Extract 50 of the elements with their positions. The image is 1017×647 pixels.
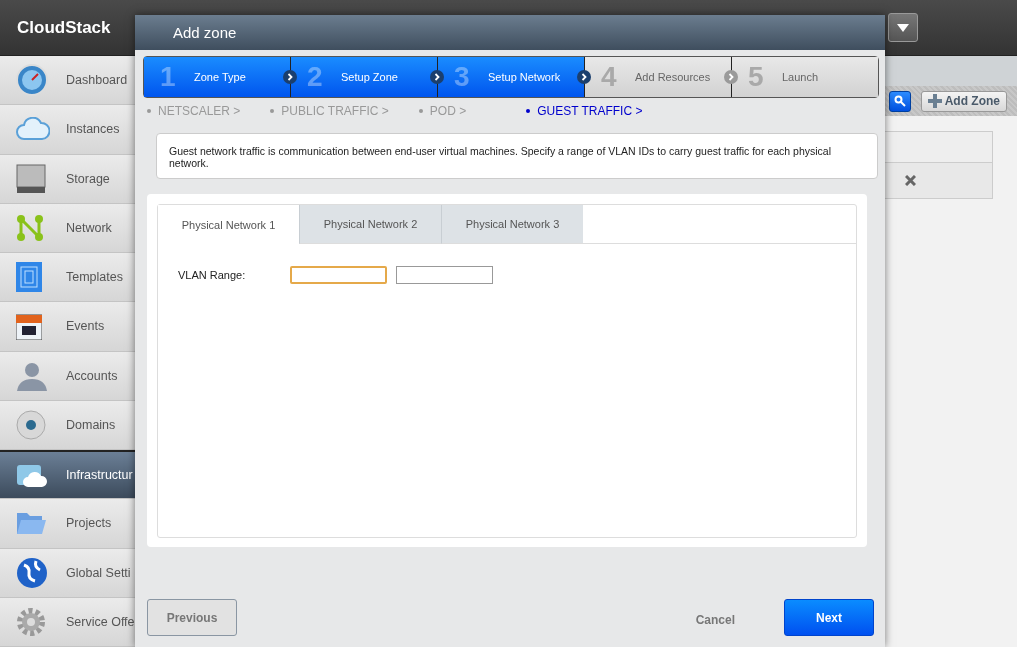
gear-icon [16,606,46,637]
node-graph-icon [16,213,44,242]
add-zone-button[interactable]: Add Zone [920,90,1007,112]
sidebar-item[interactable]: Instances [0,105,135,155]
chevron-icon [577,70,591,84]
disc-icon [16,409,46,440]
vlan-input-field[interactable] [396,266,493,284]
network-tab[interactable]: Physical Network 2 [299,205,441,244]
gauge-icon [16,64,48,97]
sidebar-item[interactable]: Dashboard [0,56,135,106]
substep-label: PUBLIC TRAFFIC > [281,104,389,118]
close-icon[interactable] [905,175,916,186]
network-tab[interactable]: Physical Network 3 [441,205,583,244]
calendar-icon [16,312,42,341]
dropdown-button[interactable] [888,13,918,42]
caret-icon [897,23,909,32]
search-icon [893,95,906,107]
sidebar-item[interactable]: Templates [0,253,135,303]
field-label: VLAN Range: [178,269,247,281]
cloud-icon [16,117,50,142]
sidebar-item[interactable]: Global Setti [0,548,135,598]
sidebar-item[interactable]: Storage [0,154,135,204]
app-title: CloudStack [17,17,111,38]
plus-icon [927,94,942,108]
sidebar-item[interactable]: Accounts [0,351,135,401]
chevron-icon [283,70,297,84]
chevron-icon [430,70,444,84]
chevron-icon [724,70,738,84]
cancel-button[interactable]: Cancel [695,612,735,627]
folder-icon [16,511,46,536]
sidebar-item[interactable]: Infrastructur [0,450,135,500]
vlan-input-field[interactable] [290,266,387,284]
substep-label: NETSCALER > [158,104,241,118]
globe-icon [16,556,48,589]
substep-label: POD > [429,104,467,118]
dialog-title: Add zone [173,24,237,41]
sidebar-item[interactable]: Domains [0,400,135,450]
sidebar-item[interactable]: Service Offe [0,597,135,647]
next-button[interactable]: Next [784,599,874,636]
description-text: Guest network traffic is communication between end-user virtual machines. Specify a range of VLAN IDs to carry guest traffic for each physical network. [169,145,832,169]
folder-cloud-icon [16,462,48,489]
sidebar-item[interactable]: Network [0,203,135,253]
substep-label: GUEST TRAFFIC > [537,104,643,118]
disk-icon [16,163,46,194]
sidebar-item[interactable]: Events [0,302,135,352]
search-button[interactable] [888,90,911,112]
wizard-step: 5 Launch [732,57,878,97]
template-icon [16,262,42,293]
sidebar-item[interactable]: Projects [0,499,135,549]
person-icon [16,360,48,391]
